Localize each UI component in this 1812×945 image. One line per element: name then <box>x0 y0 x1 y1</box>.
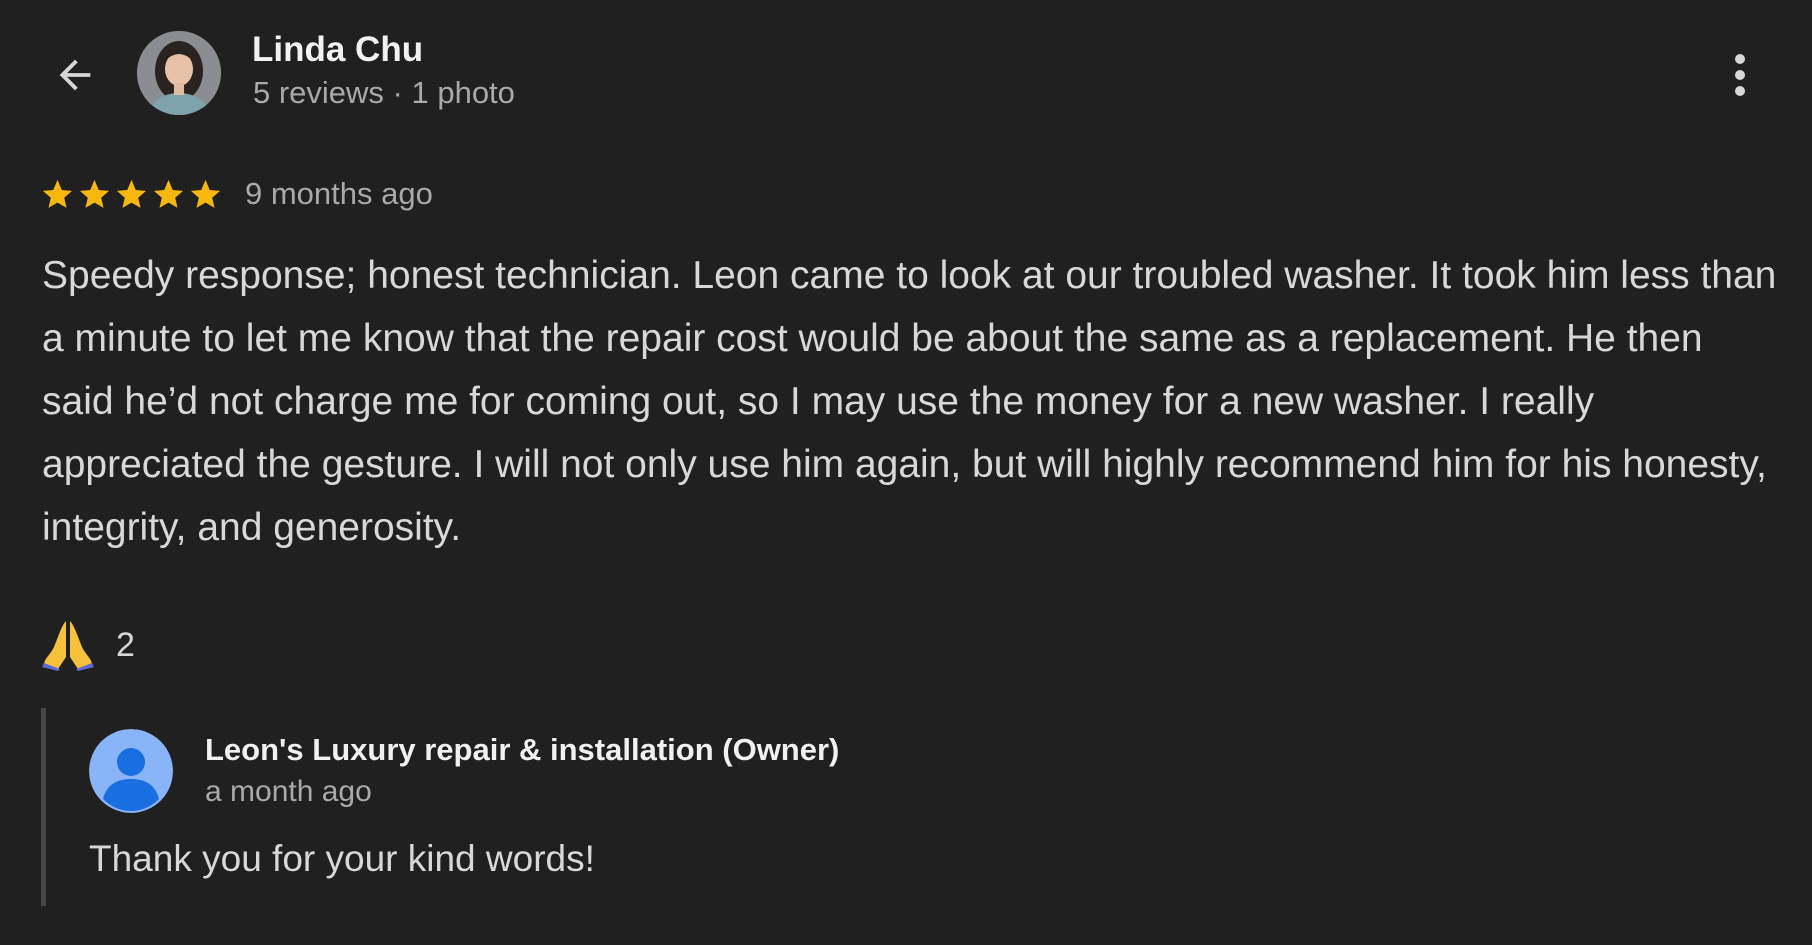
rating-row: 9 months ago <box>40 172 433 216</box>
owner-reply-text: Thank you for your kind words! <box>89 838 595 879</box>
reviewer-avatar[interactable] <box>137 31 221 115</box>
owner-reply-date: a month ago <box>205 775 372 808</box>
default-user-avatar-icon <box>89 729 173 813</box>
owner-avatar <box>89 729 173 813</box>
reaction-count: 2 <box>116 625 135 664</box>
star-icon <box>116 179 147 208</box>
back-button[interactable] <box>44 44 106 106</box>
owner-name: Leon's Luxury repair & installation (Own… <box>205 732 840 767</box>
star-icon <box>42 179 73 208</box>
star-rating <box>40 177 223 212</box>
reviewer-meta: 5 reviews · 1 photo <box>253 75 515 110</box>
review-date: 9 months ago <box>245 176 433 211</box>
review-header: Linda Chu 5 reviews · 1 photo <box>0 0 1812 148</box>
star-icon <box>153 179 184 208</box>
star-icon <box>79 179 110 208</box>
arrow-left-icon <box>59 59 91 91</box>
reviewer-name[interactable]: Linda Chu <box>252 30 423 70</box>
star-icon <box>190 179 221 208</box>
review-text: Speedy response; honest technician. Leon… <box>42 254 1777 549</box>
more-options-button[interactable] <box>1718 44 1762 106</box>
more-vert-icon <box>1735 54 1745 96</box>
reaction-button[interactable]: 2 <box>40 615 135 675</box>
owner-reply-divider <box>41 708 46 906</box>
reviewer-photo <box>137 31 221 115</box>
folded-hands-emoji <box>42 621 94 671</box>
